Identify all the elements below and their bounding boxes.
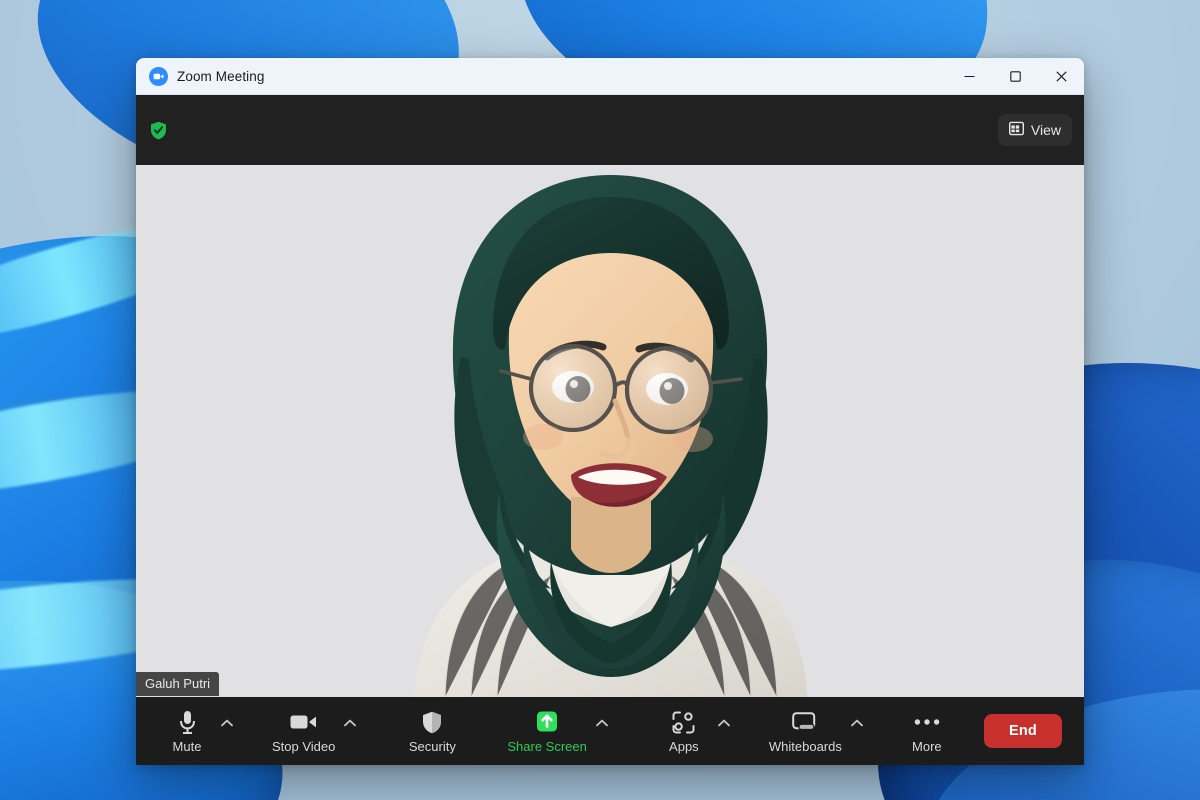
participant-name-label: Galuh Putri [136,672,220,696]
view-button[interactable]: View [997,114,1072,146]
end-meeting-button[interactable]: End [984,714,1062,748]
mute-button-label: Mute [172,738,202,754]
close-button[interactable] [1038,58,1084,95]
stop-video-button[interactable]: Stop Video [268,702,339,760]
chevron-up-icon [595,719,608,727]
whiteboards-button-label: Whiteboards [768,738,842,754]
chevron-up-icon [850,719,863,727]
apps-options-caret[interactable] [713,702,735,760]
microphone-icon [178,710,197,735]
meeting-top-bar: View [136,95,1084,165]
shield-icon [422,710,442,735]
share-screen-button-label: Share Screen [507,738,587,754]
close-icon [1055,70,1067,82]
minimize-button[interactable] [946,58,992,95]
more-dots-icon [914,710,940,735]
mute-options-caret[interactable] [216,702,238,760]
chevron-up-icon [717,719,730,727]
shield-check-icon [151,121,166,139]
security-button[interactable]: Security [403,702,461,760]
chevron-up-icon [221,719,233,727]
window-title: Zoom Meeting [177,68,265,84]
whiteboard-icon [792,710,818,735]
video-stage: Galuh Putri [136,165,1084,697]
stop-video-button-label: Stop Video [272,738,336,754]
apps-button-label: Apps [669,738,699,754]
layout-grid-icon [1008,121,1024,139]
whiteboards-options-caret[interactable] [846,702,868,760]
mute-button[interactable]: Mute [158,702,216,760]
encryption-status-button[interactable] [150,121,167,140]
zoom-logo-icon [149,66,168,86]
more-button-label: More [912,738,942,754]
zoom-meeting-window: Zoom Meeting View Galuh Putri Mute Stop … [136,58,1084,765]
share-screen-options-caret[interactable] [591,702,613,760]
minimize-icon [964,75,974,77]
title-bar[interactable]: Zoom Meeting [136,58,1084,95]
whiteboards-button[interactable]: Whiteboards [765,702,846,760]
apps-icon [672,710,695,735]
video-options-caret[interactable] [339,702,361,760]
maximize-icon [1009,70,1021,82]
apps-button[interactable]: Apps [655,702,713,760]
maximize-button[interactable] [992,58,1038,95]
video-camera-icon [290,710,317,735]
meeting-controls-toolbar: Mute Stop Video Security Share Screen Ap… [136,697,1084,765]
security-button-label: Security [408,738,456,754]
share-screen-icon [533,710,561,735]
more-button[interactable]: More [898,702,956,760]
chevron-up-icon [344,719,357,727]
view-button-label: View [1030,122,1061,138]
share-screen-button[interactable]: Share Screen [503,702,591,760]
avatar [375,165,845,697]
